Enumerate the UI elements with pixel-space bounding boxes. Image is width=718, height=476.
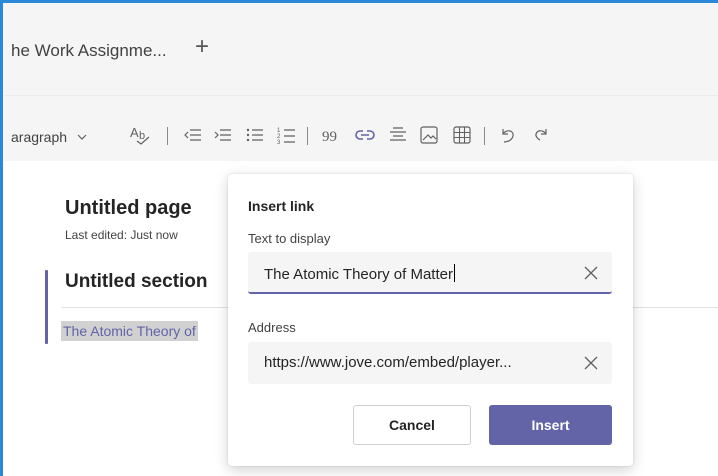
paragraph-style-label: aragraph [11, 129, 68, 145]
address-field[interactable]: https://www.jove.com/embed/player... [248, 342, 612, 384]
add-tab-button[interactable]: + [195, 35, 209, 59]
address-value: https://www.jove.com/embed/player... [264, 354, 512, 371]
image-icon[interactable] [417, 123, 441, 147]
address-label: Address [248, 320, 296, 335]
last-edited-label: Last edited: Just now [65, 228, 178, 242]
insert-link-dialog: Insert link Text to display The Atomic T… [228, 174, 633, 466]
undo-icon[interactable] [496, 123, 520, 147]
text-to-display-value: The Atomic Theory of Matter [264, 264, 455, 283]
text-to-display-field[interactable]: The Atomic Theory of Matter [248, 252, 612, 294]
page-title: Untitled page [65, 197, 192, 219]
tab-bar: he Work Assignme... + [3, 3, 718, 95]
chevron-down-icon [77, 134, 87, 140]
section-title[interactable]: Untitled section [65, 271, 208, 293]
spellcheck-icon[interactable]: Ab [127, 123, 155, 147]
svg-text:3: 3 [277, 140, 281, 145]
dialog-title: Insert link [248, 198, 315, 214]
align-center-icon[interactable] [386, 123, 410, 147]
bulleted-list-icon[interactable] [243, 123, 267, 147]
svg-text:A: A [130, 125, 139, 140]
decrease-indent-icon[interactable] [181, 123, 205, 147]
clear-address-icon[interactable] [582, 354, 600, 372]
text-caret [453, 264, 455, 282]
quote-icon[interactable]: 99 [319, 123, 341, 147]
redo-icon[interactable] [529, 123, 553, 147]
app-window: he Work Assignme... + aragraph Ab 123 99 [0, 0, 718, 476]
toolbar-separator [167, 127, 168, 145]
table-icon[interactable] [450, 123, 474, 147]
paragraph-style-dropdown[interactable]: aragraph [11, 129, 87, 145]
tab-work-assignment[interactable]: he Work Assignme... [11, 41, 167, 61]
numbered-list-icon[interactable]: 123 [275, 123, 299, 147]
section-indicator [45, 270, 48, 344]
svg-text:99: 99 [322, 129, 337, 143]
insert-button[interactable]: Insert [489, 405, 612, 445]
cancel-button[interactable]: Cancel [353, 405, 471, 445]
toolbar-separator [484, 127, 485, 145]
link-icon[interactable] [353, 123, 377, 147]
increase-indent-icon[interactable] [211, 123, 235, 147]
toolbar-separator [307, 127, 308, 145]
svg-text:b: b [139, 130, 145, 142]
clear-text-icon[interactable] [582, 264, 600, 282]
text-to-display-label: Text to display [248, 231, 331, 246]
selected-link-text[interactable]: The Atomic Theory of [61, 321, 198, 341]
